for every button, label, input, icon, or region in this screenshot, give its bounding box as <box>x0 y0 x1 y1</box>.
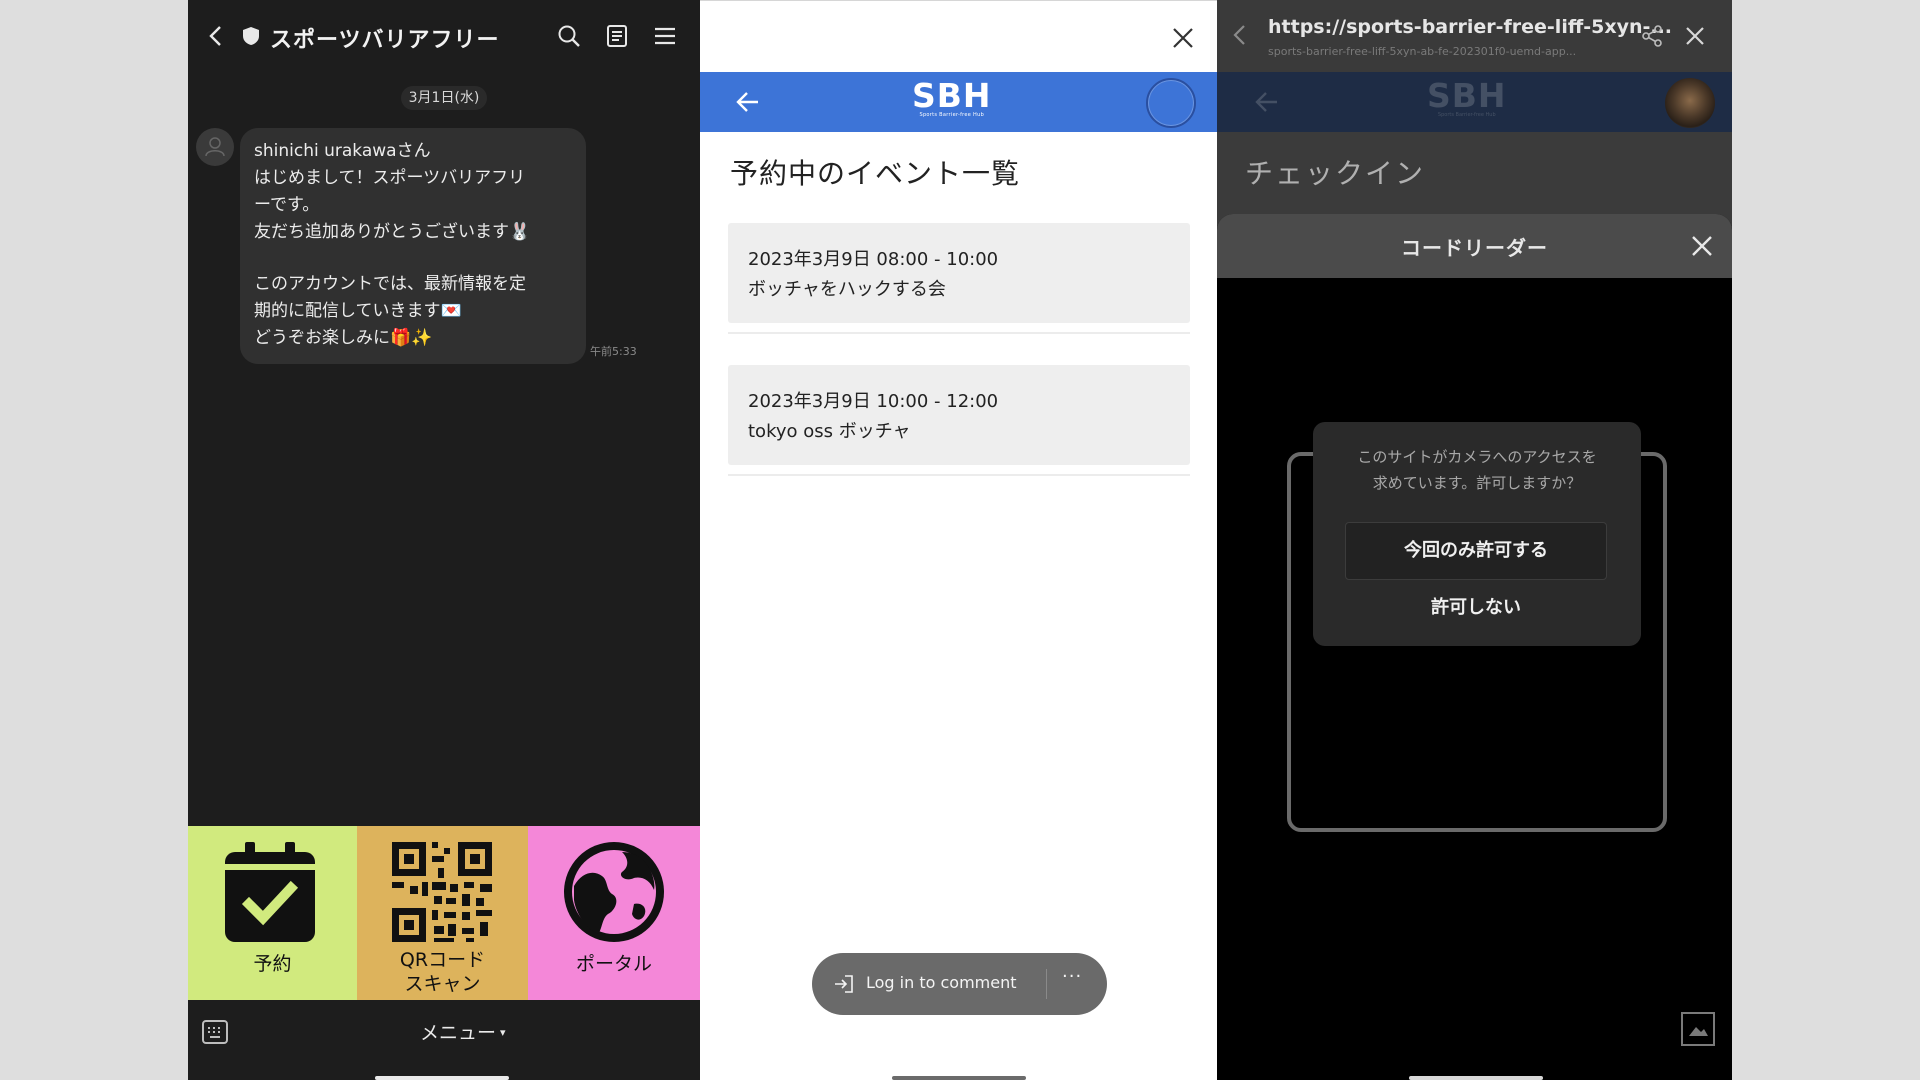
chat-title: スポーツバリアフリー <box>270 28 500 53</box>
permission-question-line: このサイトがカメラへのアクセスを <box>1357 448 1597 466</box>
sbh-logo: SBH Sports Barrier-free Hub <box>912 76 992 119</box>
search-icon[interactable] <box>557 24 581 48</box>
rich-menu-qr-scan[interactable]: QRコード スキャン <box>357 826 528 1000</box>
allow-once-button[interactable]: 今回のみ許可する <box>1345 522 1607 580</box>
chevron-down-icon: ▾ <box>500 1026 506 1039</box>
event-datetime: 2023年3月9日 08:00 - 10:00 <box>748 249 999 270</box>
events-panel: SBH Sports Barrier-free Hub 予約中のイベント一覧 2… <box>700 0 1217 1080</box>
event-card[interactable]: 2023年3月9日 10:00 - 12:00 tokyo oss ボッチャ <box>728 365 1190 465</box>
menu-label: メニュー <box>420 1022 497 1044</box>
shield-icon <box>242 26 260 46</box>
logo-subtext: Sports Barrier-free Hub <box>919 112 985 118</box>
sub-url-text: sports-barrier-free-liff-5xyn-ab-fe-2023… <box>1268 45 1577 58</box>
url-text[interactable]: https://sports-barrier-free-liff-5xyn-..… <box>1268 16 1672 38</box>
event-datetime: 2023年3月9日 10:00 - 12:00 <box>748 391 999 412</box>
rich-menu: 予約 QRコード スキャン ポータル <box>188 826 700 1000</box>
message-line: 期的に配信していきます💌 <box>254 301 462 321</box>
close-icon[interactable] <box>1172 27 1194 49</box>
logo-subtext: Sports Barrier-free Hub <box>1437 112 1496 118</box>
deny-button[interactable]: 許可しない <box>1345 586 1607 630</box>
event-name: tokyo oss ボッチャ <box>748 421 911 442</box>
page-title: 予約中のイベント一覧 <box>730 157 1021 190</box>
date-label: 3月1日(水) <box>401 86 487 110</box>
chevron-left-icon[interactable] <box>206 24 226 48</box>
more-options-button[interactable]: ··· <box>1062 966 1082 987</box>
message-line: 友だち追加ありがとうございます🐰 <box>254 222 531 242</box>
calendar-check-icon <box>225 842 315 942</box>
arrow-left-icon[interactable] <box>1255 91 1279 113</box>
comment-pill: Log in to comment ··· <box>812 953 1107 1015</box>
message-bubble: shinichi urakawaさん はじめまして！スポーツバリアフリ ーです。… <box>240 128 586 364</box>
message-line: このアカウントでは、最新情報を定 <box>254 274 526 294</box>
share-icon[interactable] <box>1641 25 1663 47</box>
code-reader-sheet: コードリーダー このサイトがカメラへのアクセスを 求めています。許可しますか？ … <box>1217 214 1732 1080</box>
event-card[interactable]: 2023年3月9日 08:00 - 10:00 ボッチャをハックする会 <box>728 223 1190 323</box>
message-line: shinichi urakawaさん <box>254 141 431 161</box>
camera-permission-dialog: このサイトがカメラへのアクセスを 求めています。許可しますか？ 今回のみ許可する… <box>1313 422 1641 646</box>
rich-menu-portal[interactable]: ポータル <box>528 826 700 1000</box>
permission-question: このサイトがカメラへのアクセスを 求めています。許可しますか？ <box>1333 444 1621 496</box>
liff-topbar <box>700 0 1217 72</box>
notes-icon[interactable] <box>605 24 629 48</box>
qr-code-icon <box>392 842 492 942</box>
menu-toggle[interactable]: メニュー ▾ <box>420 1018 506 1045</box>
keyboard-icon[interactable] <box>202 1020 228 1044</box>
image-icon[interactable] <box>1681 1012 1715 1046</box>
home-indicator <box>1409 1076 1543 1080</box>
sbh-logo: SBH Sports Barrier-free Hub <box>1427 76 1507 119</box>
code-reader-title: コードリーダー <box>1401 236 1548 260</box>
divider <box>1046 969 1047 999</box>
login-to-comment-button[interactable]: Log in to comment <box>866 973 1017 992</box>
app-bar: SBH Sports Barrier-free Hub <box>700 72 1217 132</box>
chevron-left-icon[interactable] <box>1231 24 1249 46</box>
logo-text: SBH <box>912 76 992 115</box>
rich-menu-label: スキャン <box>404 973 481 995</box>
message-line: ーです。 <box>254 195 320 215</box>
avatar[interactable] <box>1665 78 1715 128</box>
profile-circle-icon[interactable] <box>1146 78 1196 128</box>
home-indicator <box>375 1076 509 1080</box>
message-line: どうぞお楽しみに🎁✨ <box>254 328 433 348</box>
rich-menu-label: ポータル <box>575 953 652 975</box>
chat-bottom-bar: メニュー ▾ <box>188 1000 700 1080</box>
divider <box>728 332 1190 334</box>
divider <box>728 474 1190 476</box>
arrow-left-icon[interactable] <box>736 91 760 113</box>
rich-menu-label: 予約 <box>253 953 292 975</box>
line-chat-panel: スポーツバリアフリー 3月1日(水) shinichi urakawaさん はじ… <box>188 0 700 1080</box>
chat-header: スポーツバリアフリー <box>188 0 700 72</box>
event-name: ボッチャをハックする会 <box>748 279 946 300</box>
browser-bar: https://sports-barrier-free-liff-5xyn-..… <box>1217 0 1732 72</box>
rich-menu-reservation[interactable]: 予約 <box>188 826 357 1000</box>
message-time: 午前5:33 <box>590 345 637 358</box>
login-icon[interactable] <box>834 975 854 993</box>
permission-question-line: 求めています。許可しますか？ <box>1372 474 1582 492</box>
rich-menu-label: QRコード <box>399 949 486 971</box>
checkin-panel: https://sports-barrier-free-liff-5xyn-..… <box>1217 0 1732 1080</box>
code-reader-header: コードリーダー <box>1217 214 1732 278</box>
close-icon[interactable] <box>1690 234 1714 258</box>
close-icon[interactable] <box>1685 26 1705 46</box>
page-title: チェックイン <box>1245 157 1426 190</box>
logo-text: SBH <box>1427 76 1507 115</box>
message-line: はじめまして！スポーツバリアフリ <box>254 168 526 188</box>
hamburger-menu-icon[interactable] <box>653 24 677 48</box>
app-bar: SBH Sports Barrier-free Hub <box>1217 72 1732 132</box>
home-indicator <box>892 1076 1026 1080</box>
globe-icon <box>564 842 664 942</box>
account-avatar[interactable] <box>196 128 234 166</box>
